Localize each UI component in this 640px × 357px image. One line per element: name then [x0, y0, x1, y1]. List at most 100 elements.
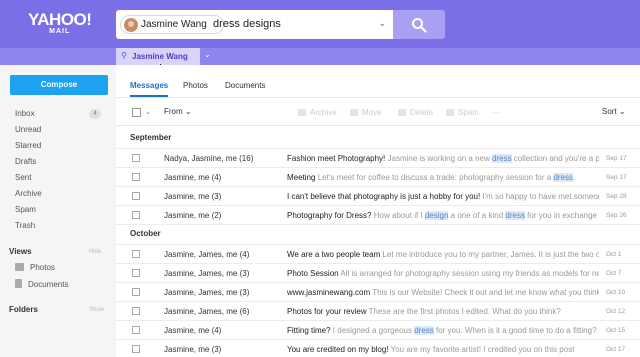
sidebar-item-spam[interactable]: Spam: [15, 205, 36, 214]
contact-chip[interactable]: Jasmine Wang: [120, 15, 224, 34]
from-label: From: [164, 107, 183, 116]
group-header: September: [130, 133, 172, 142]
message-preview: Photo Session All is arranged for photog…: [287, 269, 599, 278]
message-row[interactable]: Jasmine, James, me (3) www.jasminewang.co…: [116, 283, 640, 302]
archive-button[interactable]: Archive: [298, 108, 337, 117]
message-checkbox[interactable]: [132, 154, 140, 162]
message-row[interactable]: Jasmine, James, me (3) Photo Session All …: [116, 264, 640, 283]
sidebar-item-photos[interactable]: Photos: [15, 263, 55, 272]
chevron-down-icon[interactable]: ⌄: [378, 18, 386, 29]
message-date: Oct 1: [606, 251, 622, 258]
sidebar-item-trash[interactable]: Trash: [15, 221, 35, 230]
shield-icon: [446, 109, 454, 116]
views-header: Views: [9, 247, 32, 256]
message-subject: We are a two people team: [287, 250, 381, 259]
message-checkbox[interactable]: [132, 211, 140, 219]
sidebar-item-starred[interactable]: Starred: [15, 141, 41, 150]
spam-button[interactable]: Spam: [446, 108, 479, 117]
message-snippet: I designed a gorgeous: [330, 326, 415, 335]
sidebar-item-sent[interactable]: Sent: [15, 173, 31, 182]
document-icon: [15, 279, 22, 288]
sidebar-item-inbox[interactable]: Inbox: [15, 109, 35, 118]
folders-header: Folders: [9, 305, 38, 314]
message-snippet: .: [573, 173, 576, 182]
message-sender: Jasmine, me (4): [164, 173, 222, 182]
message-subject: Photo Session: [287, 269, 339, 278]
message-checkbox[interactable]: [132, 345, 140, 353]
message-row[interactable]: Jasmine, James, me (6) Photos for your re…: [116, 302, 640, 321]
message-snippet: collection and you're a photo: [513, 154, 599, 163]
search-highlight: dress: [492, 154, 512, 163]
message-snippet: All is arranged for photography session …: [338, 269, 599, 278]
group-header: October: [130, 229, 161, 238]
sidebar-item-label: Photos: [30, 263, 55, 272]
message-snippet: I'm so happy to have met someone: [480, 192, 599, 201]
message-preview: Photos for your review These are the fir…: [287, 307, 599, 316]
photo-icon: [15, 263, 24, 271]
message-preview: Photography for Dress? How about if I de…: [287, 211, 599, 220]
folders-show-link[interactable]: Show: [89, 307, 104, 313]
message-row[interactable]: Jasmine, me (2) Photography for Dress? Ho…: [116, 206, 640, 225]
message-date: Sep 17: [606, 174, 627, 181]
message-checkbox[interactable]: [132, 269, 140, 277]
message-subject: www.jasminewang.com: [287, 288, 371, 297]
yahoo-mail-logo[interactable]: YAHOO! MAIL: [28, 11, 92, 35]
message-sender: Jasmine, me (2): [164, 211, 222, 220]
spam-label: Spam: [458, 108, 479, 117]
sidebar-item-drafts[interactable]: Drafts: [15, 157, 36, 166]
trash-icon: [398, 109, 406, 116]
message-preview: Fashion meet Photography! Jasmine is wor…: [287, 154, 599, 163]
divider: [116, 97, 640, 98]
message-subject: Photos for your review: [287, 307, 367, 316]
message-snippet: for you in exchange of h: [527, 211, 599, 220]
message-checkbox[interactable]: [132, 173, 140, 181]
archive-icon: [298, 109, 306, 116]
message-checkbox[interactable]: [132, 307, 140, 315]
select-all-checkbox[interactable]: [132, 108, 141, 117]
suggestion-label: Jasmine Wang: [132, 52, 188, 61]
chevron-down-icon[interactable]: ⌄: [145, 108, 151, 116]
message-checkbox[interactable]: [132, 192, 140, 200]
sidebar-item-documents[interactable]: Documents: [15, 279, 68, 289]
from-filter-button[interactable]: From ⌄: [164, 107, 192, 116]
message-checkbox[interactable]: [132, 326, 140, 334]
search-box[interactable]: Jasmine Wang dress designs ⌄: [116, 10, 393, 39]
message-row[interactable]: Jasmine, me (4) Fitting time? I designed …: [116, 321, 640, 340]
search-icon: [412, 18, 427, 33]
message-list-pane: Messages Photos Documents ⌄ From ⌄ Archi…: [116, 65, 640, 357]
message-checkbox[interactable]: [132, 288, 140, 296]
message-sender: Jasmine, me (4): [164, 326, 222, 335]
search-button[interactable]: [393, 10, 445, 39]
message-subject: Meeting: [287, 173, 316, 182]
message-snippet: for you. When is it a good time to do a …: [433, 326, 597, 335]
more-actions-button[interactable]: ···: [492, 108, 500, 117]
message-date: Oct 15: [606, 327, 626, 334]
chevron-down-icon[interactable]: ⌄: [204, 50, 211, 59]
sidebar-item-archive[interactable]: Archive: [15, 189, 42, 198]
message-date: Sep 17: [606, 155, 627, 162]
tab-photos[interactable]: Photos: [183, 81, 208, 90]
message-snippet: Let me introduce you to my partner, Jame…: [380, 250, 599, 259]
compose-button[interactable]: Compose: [10, 75, 108, 95]
search-input[interactable]: dress designs: [213, 18, 281, 30]
move-button[interactable]: Move: [350, 108, 382, 117]
message-row[interactable]: Jasmine, me (3) You are credited on my bl…: [116, 340, 640, 357]
message-row[interactable]: Jasmine, me (3) I can't believe that phot…: [116, 187, 640, 206]
search-suggestion-item[interactable]: ⚲ Jasmine Wang: [116, 48, 200, 65]
inbox-count-badge: 4: [89, 109, 101, 119]
message-preview: Meeting Let's meet for coffee to discuss…: [287, 173, 599, 182]
message-sender: Nadya, Jasmine, me (16): [164, 154, 254, 163]
views-hide-link[interactable]: Hide: [89, 249, 101, 255]
message-row[interactable]: Jasmine, James, me (4) We are a two peopl…: [116, 245, 640, 264]
message-checkbox[interactable]: [132, 250, 140, 258]
delete-button[interactable]: Delete: [398, 108, 433, 117]
tab-documents[interactable]: Documents: [225, 81, 265, 90]
message-date: Sep 26: [606, 212, 627, 219]
message-row[interactable]: Jasmine, me (4) Meeting Let's meet for co…: [116, 168, 640, 187]
search-highlight: dress: [414, 326, 434, 335]
sort-button[interactable]: Sort ⌄: [602, 107, 626, 116]
tab-messages[interactable]: Messages: [130, 81, 168, 90]
sidebar-item-unread[interactable]: Unread: [15, 125, 41, 134]
message-date: Oct 12: [606, 308, 626, 315]
message-row[interactable]: Nadya, Jasmine, me (16) Fashion meet Phot…: [116, 149, 640, 168]
